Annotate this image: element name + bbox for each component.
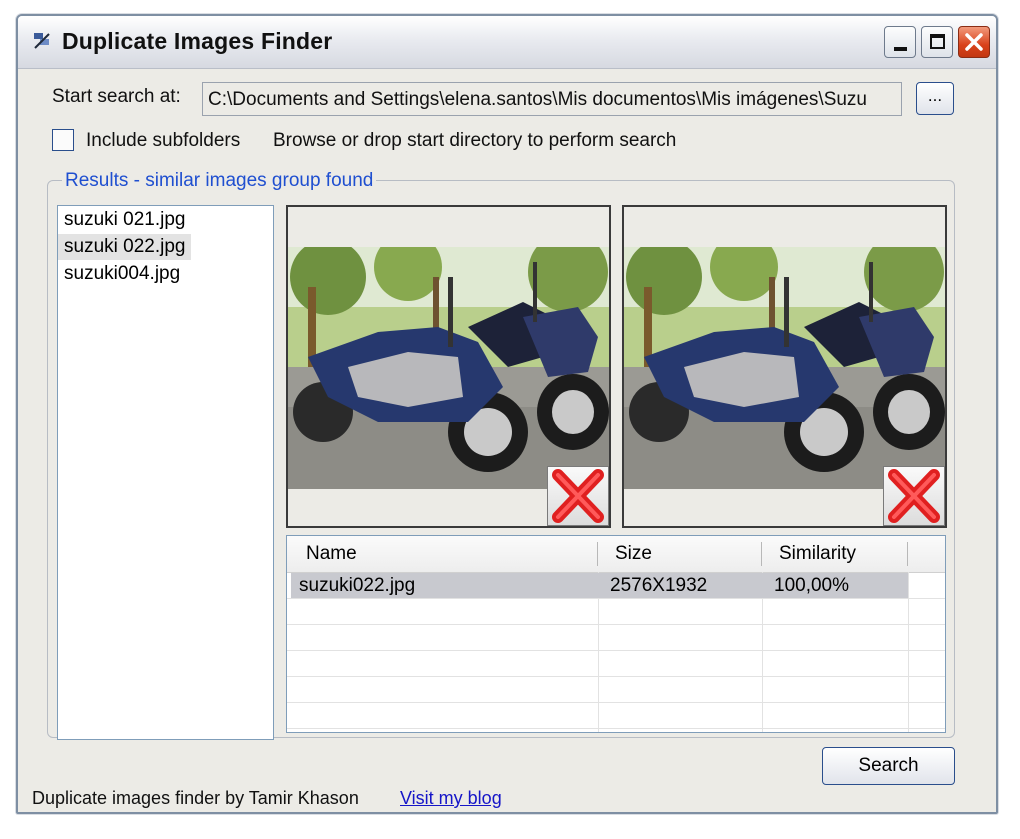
empty-row: [287, 625, 945, 651]
title-bar[interactable]: Duplicate Images Finder: [18, 16, 996, 69]
results-file-list[interactable]: suzuki 021.jpg suzuki 022.jpg suzuki004.…: [57, 205, 274, 740]
minimize-button[interactable]: [884, 26, 916, 58]
results-group-title: Results - similar images group found: [62, 170, 377, 192]
window-title: Duplicate Images Finder: [62, 28, 333, 54]
results-grid[interactable]: Name Size Similarity suzuki022.jpg 2576X…: [286, 535, 946, 733]
column-header-size[interactable]: Size: [615, 536, 652, 572]
column-divider[interactable]: [907, 542, 908, 566]
include-subfolders-label: Include subfolders: [86, 130, 241, 151]
left-preview: [286, 205, 611, 528]
start-search-label: Start search at:: [52, 86, 181, 107]
empty-row: [287, 651, 945, 677]
empty-row: [287, 703, 945, 729]
column-divider[interactable]: [761, 542, 762, 566]
motorcycle-photo: [288, 247, 609, 489]
maximize-button[interactable]: [921, 26, 953, 58]
maximize-icon: [930, 34, 945, 49]
include-subfolders-checkbox[interactable]: [52, 129, 74, 151]
close-button[interactable]: [958, 26, 990, 58]
search-button[interactable]: Search: [822, 747, 955, 785]
column-divider[interactable]: [597, 542, 598, 566]
red-x-icon: [552, 469, 604, 523]
column-header-similarity[interactable]: Similarity: [779, 536, 856, 572]
empty-row: [287, 599, 945, 625]
list-item[interactable]: suzuki 021.jpg: [58, 207, 273, 233]
empty-row: [287, 677, 945, 703]
delete-right-button[interactable]: [883, 466, 945, 526]
credit-text: Duplicate images finder by Tamir Khason: [32, 788, 359, 808]
right-preview: [622, 205, 947, 528]
cell-name: suzuki022.jpg: [299, 575, 416, 596]
column-header-name[interactable]: Name: [306, 536, 357, 572]
start-path-input[interactable]: C:\Documents and Settings\elena.santos\M…: [202, 82, 902, 116]
minimize-icon: [894, 47, 907, 51]
app-window: Duplicate Images Finder Start search at:…: [16, 14, 998, 814]
motorcycle-photo: [624, 247, 945, 489]
red-x-icon: [888, 469, 940, 523]
drop-hint-text: Browse or drop start directory to perfor…: [273, 130, 677, 151]
cell-size: 2576X1932: [610, 575, 708, 596]
list-item[interactable]: suzuki004.jpg: [58, 261, 273, 287]
close-icon: [965, 33, 983, 51]
table-row[interactable]: suzuki022.jpg 2576X1932 100,00%: [287, 573, 945, 599]
list-item-selected[interactable]: suzuki 022.jpg: [58, 234, 192, 260]
browse-button[interactable]: ...: [916, 82, 954, 115]
magnifier-app-icon: [34, 33, 50, 49]
cell-similarity: 100,00%: [774, 575, 850, 596]
grid-header: Name Size Similarity: [287, 536, 945, 573]
delete-left-button[interactable]: [547, 466, 609, 526]
blog-link[interactable]: Visit my blog: [400, 788, 502, 809]
